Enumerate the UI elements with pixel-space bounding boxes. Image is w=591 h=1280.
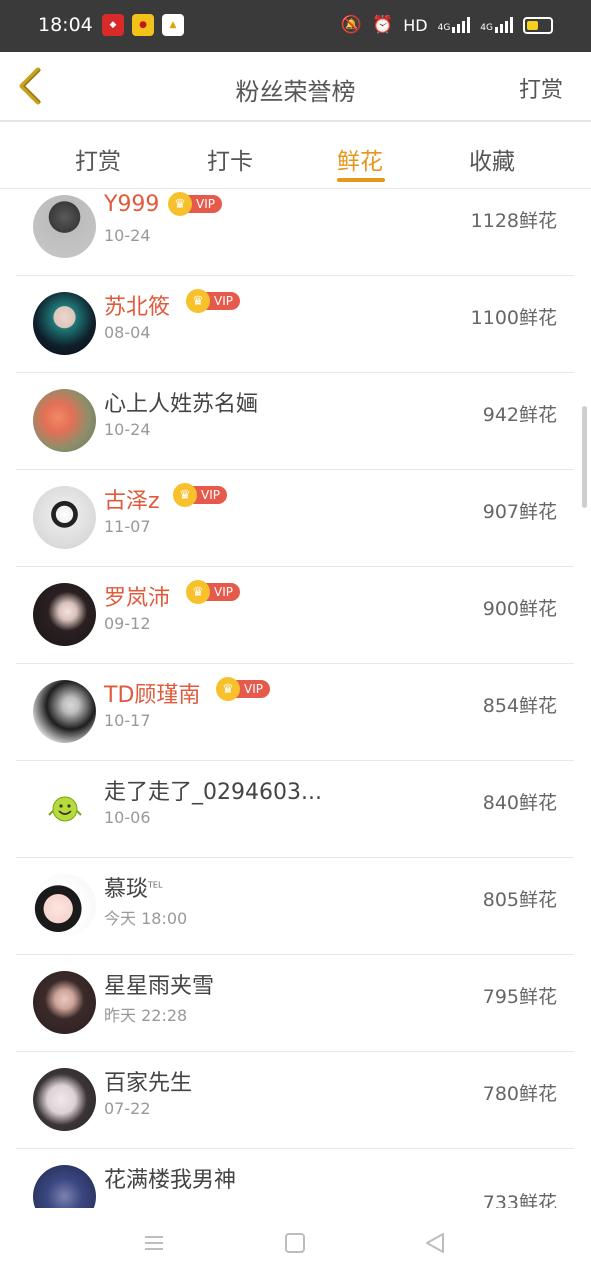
status-app-icons: ◆ ● ▲ — [102, 14, 184, 36]
flower-count: 942鲜花 — [482, 404, 557, 426]
fan-name: 古泽z — [104, 489, 160, 514]
signal-2: 4G — [480, 17, 513, 33]
signal-1: 4G — [438, 17, 471, 33]
avatar[interactable] — [33, 195, 96, 258]
square-icon — [285, 1233, 305, 1253]
hd-indicator: HD — [403, 15, 428, 35]
flower-count: 805鲜花 — [482, 889, 557, 911]
flower-count: 900鲜花 — [482, 598, 557, 620]
avatar[interactable] — [33, 389, 96, 452]
tab-reward[interactable]: 打赏 — [75, 142, 121, 176]
menu-button[interactable] — [143, 1232, 165, 1258]
fan-name: TD顾瑾南 — [104, 683, 201, 708]
flower-count: 854鲜花 — [482, 695, 557, 717]
tab-bar: 打赏 打卡 鲜花 收藏 — [0, 122, 591, 189]
list-item[interactable]: 苏北筱 ♛ VIP 08-04 1100鲜花 — [16, 275, 574, 373]
fan-name: 星星雨夹雪 — [104, 974, 215, 999]
avatar[interactable] — [33, 1165, 96, 1208]
list-item[interactable]: Y999 ♛ VIP 10-24 1128鲜花 — [16, 188, 574, 276]
list-item[interactable]: 古泽z ♛ VIP 11-07 907鲜花 — [16, 469, 574, 567]
weibo-icon: ● — [132, 14, 154, 36]
avatar[interactable] — [33, 971, 96, 1034]
tab-checkin[interactable]: 打卡 — [207, 142, 253, 176]
avatar[interactable] — [33, 680, 96, 743]
crown-icon: ♛ — [216, 677, 240, 701]
avatar[interactable] — [33, 292, 96, 355]
avatar[interactable] — [33, 583, 96, 646]
vip-badge: ♛ VIP — [216, 677, 270, 701]
vip-badge: ♛ VIP — [186, 289, 240, 313]
fan-date: 09-12 — [104, 614, 151, 633]
fan-ranking-list: Y999 ♛ VIP 10-24 1128鲜花 苏北筱 ♛ VIP 08-04 … — [16, 188, 574, 1208]
fan-name: 花满楼我男神 — [104, 1168, 237, 1193]
avatar[interactable] — [33, 777, 96, 840]
triangle-back-icon — [426, 1233, 444, 1253]
fan-name: 心上人姓苏名婳 — [104, 392, 259, 417]
list-item[interactable]: 心上人姓苏名婳 10-24 942鲜花 — [16, 372, 574, 470]
tab-favorites[interactable]: 收藏 — [469, 142, 515, 176]
app-notification-icon: ◆ — [102, 14, 124, 36]
list-item[interactable]: 罗岚沛 ♛ VIP 09-12 900鲜花 — [16, 566, 574, 664]
crown-icon: ♛ — [186, 580, 210, 604]
fan-date: 08-04 — [104, 323, 151, 342]
mute-bell-icon: 🔕 — [340, 15, 363, 35]
fan-date: 10-17 — [104, 711, 151, 730]
alarm-icon: ⏰ — [372, 15, 394, 35]
flower-count: 795鲜花 — [482, 986, 557, 1008]
tab-flowers[interactable]: 鲜花 — [337, 142, 383, 176]
status-indicators: 🔕 ⏰ HD 4G 4G — [341, 13, 553, 37]
vip-badge: ♛ VIP — [186, 580, 240, 604]
active-tab-indicator — [337, 178, 385, 182]
vip-badge: ♛ VIP — [168, 192, 222, 216]
fan-date: 10-06 — [104, 808, 151, 827]
list-item[interactable]: 百家先生 07-22 780鲜花 — [16, 1051, 574, 1149]
flower-count: 733鲜花 — [482, 1192, 557, 1208]
battery-icon — [523, 16, 553, 34]
app-header: 粉丝荣誉榜 打赏 — [0, 52, 591, 121]
flower-count: 907鲜花 — [482, 501, 557, 523]
fan-name: 罗岚沛 — [104, 586, 171, 611]
system-nav-bar — [0, 1208, 591, 1280]
avatar[interactable] — [33, 486, 96, 549]
status-bar: 18:04 ◆ ● ▲ 🔕 ⏰ HD 4G 4G — [0, 0, 591, 52]
avatar[interactable] — [33, 1068, 96, 1131]
signal-bars-icon — [452, 17, 471, 33]
vip-badge: ♛ VIP — [173, 483, 227, 507]
crown-icon: ♛ — [173, 483, 197, 507]
list-item[interactable]: 星星雨夹雪 昨天 22:28 795鲜花 — [16, 954, 574, 1052]
fan-name: 走了走了_0294603... — [104, 780, 322, 805]
app-notification-icon: ▲ — [162, 14, 184, 36]
list-item[interactable]: 慕琰TEL 今天 18:00 805鲜花 — [16, 857, 574, 955]
fan-name: Y999 — [104, 192, 160, 217]
smiley-icon — [47, 796, 82, 821]
fan-date: 11-07 — [104, 517, 151, 536]
fan-date: 今天 18:00 — [104, 909, 188, 928]
crown-icon: ♛ — [168, 192, 192, 216]
page-title: 粉丝荣誉榜 — [235, 78, 356, 106]
flower-count: 840鲜花 — [482, 792, 557, 814]
fan-date: 10-24 — [104, 420, 151, 439]
avatar[interactable] — [33, 874, 96, 937]
fan-date: 昨天 22:28 — [104, 1006, 188, 1025]
menu-icon — [145, 1236, 163, 1250]
flower-count: 1100鲜花 — [470, 307, 557, 329]
list-item[interactable]: TD顾瑾南 ♛ VIP 10-17 854鲜花 — [16, 663, 574, 761]
fan-name: 百家先生 — [104, 1071, 193, 1096]
scrollbar[interactable] — [582, 406, 587, 508]
back-nav-button[interactable] — [424, 1232, 446, 1258]
crown-icon: ♛ — [186, 289, 210, 313]
flower-count: 780鲜花 — [482, 1083, 557, 1105]
fan-date: 07-22 — [104, 1099, 151, 1118]
fan-name: 慕琰TEL — [104, 877, 163, 902]
list-item[interactable]: 花满楼我男神 733鲜花 — [16, 1148, 574, 1208]
reward-button[interactable]: 打赏 — [519, 72, 563, 104]
fan-name: 苏北筱 — [104, 295, 171, 320]
flower-count: 1128鲜花 — [470, 210, 557, 232]
signal-bars-icon — [495, 17, 513, 33]
list-item[interactable]: 走了走了_0294603... 10-06 840鲜花 — [16, 760, 574, 858]
home-button[interactable] — [284, 1232, 306, 1258]
fan-date: 10-24 — [104, 226, 151, 245]
status-time: 18:04 — [38, 14, 93, 36]
